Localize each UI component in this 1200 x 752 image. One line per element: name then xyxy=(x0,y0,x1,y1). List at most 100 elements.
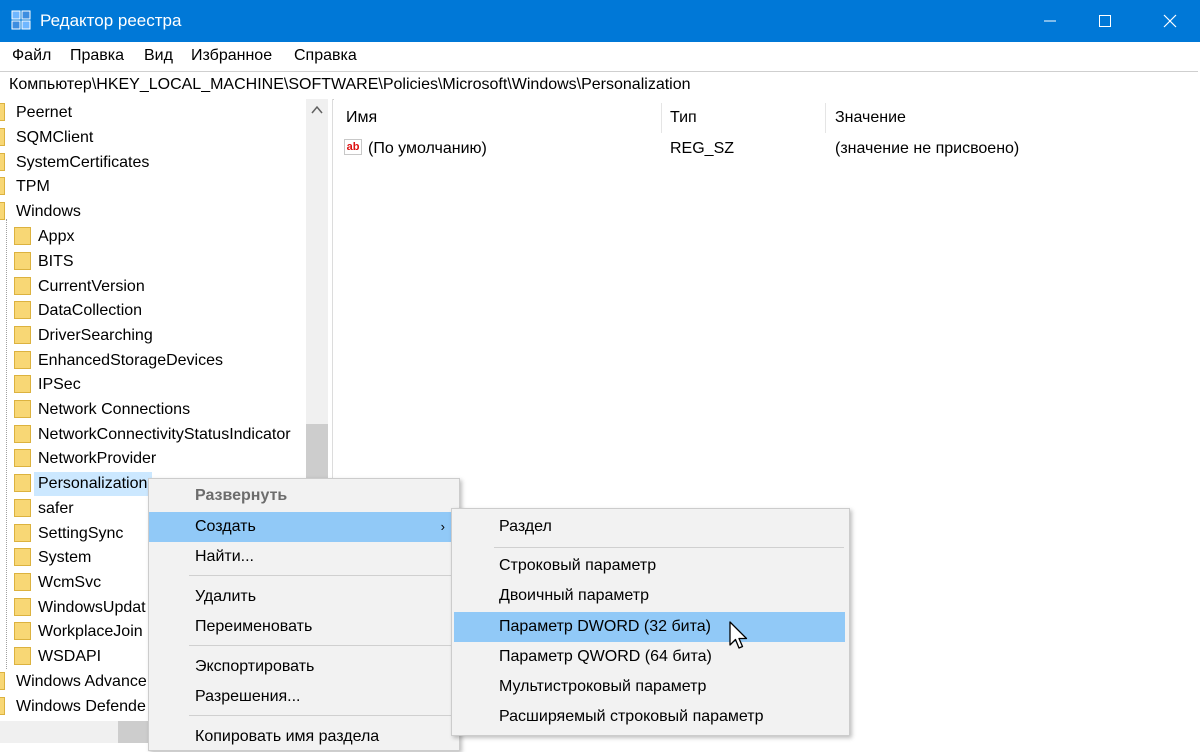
tree-item-label: BITS xyxy=(38,253,74,270)
tree-item-label: System xyxy=(38,549,92,566)
tree-item-label: NetworkProvider xyxy=(38,450,157,467)
column-header-type[interactable]: Тип xyxy=(670,109,697,127)
menu-item-delete[interactable]: Удалить xyxy=(149,582,459,612)
submenu-item-key[interactable]: Раздел xyxy=(454,512,845,542)
folder-icon xyxy=(0,128,5,146)
folder-icon xyxy=(14,548,31,566)
menu-file[interactable]: Файл xyxy=(12,47,51,65)
submenu-item-string-value[interactable]: Строковый параметр xyxy=(454,551,845,581)
tree-item-label: NetworkConnectivityStatusIndicator xyxy=(38,426,291,443)
title-bar: Редактор реестра xyxy=(0,0,1200,42)
menu-item-export[interactable]: Экспортировать xyxy=(149,652,459,682)
mouse-pointer-icon xyxy=(729,621,748,649)
folder-icon xyxy=(14,400,31,418)
maximize-icon xyxy=(1099,15,1111,27)
tree-item-label: DataCollection xyxy=(38,302,143,319)
folder-icon xyxy=(14,351,31,369)
menu-item-label: Удалить xyxy=(195,588,257,605)
address-path: Компьютер\HKEY_LOCAL_MACHINE\SOFTWARE\Po… xyxy=(9,76,691,93)
menu-item-label: Параметр QWORD (64 бита) xyxy=(499,648,712,665)
minimize-icon xyxy=(1044,20,1056,22)
value-data[interactable]: (значение не присвоено) xyxy=(835,140,1019,158)
submenu-arrow-icon: › xyxy=(440,519,445,534)
menu-item-label: Развернуть xyxy=(195,487,288,504)
value-name[interactable]: (По умолчанию) xyxy=(368,140,487,158)
submenu-item-qword-value[interactable]: Параметр QWORD (64 бита) xyxy=(454,642,845,672)
submenu-item-binary-value[interactable]: Двоичный параметр xyxy=(454,581,845,611)
menu-item-label: Переименовать xyxy=(195,618,313,635)
menu-item-label: Строковый параметр xyxy=(499,557,657,574)
menu-item-label: Расширяемый строковый параметр xyxy=(499,708,764,725)
folder-icon xyxy=(14,252,31,270)
minimize-button[interactable] xyxy=(1020,0,1080,42)
folder-icon xyxy=(0,103,5,121)
close-icon xyxy=(1163,14,1177,28)
submenu-item-dword-value[interactable]: Параметр DWORD (32 бита) xyxy=(454,612,845,642)
tree-item-label: Windows xyxy=(16,203,81,220)
column-separator[interactable] xyxy=(825,103,826,133)
menu-favorites[interactable]: Избранное xyxy=(191,47,272,65)
tree-item-label: IPSec xyxy=(38,376,81,393)
tree-item-label: WorkplaceJoin xyxy=(38,623,143,640)
tree-item-label: Personalization xyxy=(38,475,148,492)
address-bar[interactable]: Компьютер\HKEY_LOCAL_MACHINE\SOFTWARE\Po… xyxy=(0,71,1198,100)
tree-item-label: EnhancedStorageDevices xyxy=(38,352,224,369)
tree-item-label: Appx xyxy=(38,228,75,245)
context-menu: Развернуть Создать › Найти... Удалить Пе… xyxy=(148,478,460,751)
folder-icon xyxy=(14,573,31,591)
folder-icon xyxy=(14,227,31,245)
folder-icon xyxy=(0,672,5,690)
submenu-item-expandable-string-value[interactable]: Расширяемый строковый параметр xyxy=(454,702,845,732)
folder-icon xyxy=(14,425,31,443)
create-submenu: Раздел Строковый параметр Двоичный парам… xyxy=(451,508,850,736)
tree-item-label: Network Connections xyxy=(38,401,191,418)
folder-icon xyxy=(14,647,31,665)
menu-bar: Файл Правка Вид Избранное Справка xyxy=(0,42,1200,70)
menu-help[interactable]: Справка xyxy=(294,47,357,65)
tree-item-label: Windows Advance xyxy=(16,673,147,690)
menu-item-permissions[interactable]: Разрешения... xyxy=(149,682,459,712)
value-type[interactable]: REG_SZ xyxy=(670,140,734,158)
registry-editor-icon xyxy=(11,10,31,30)
tree-item-label: SettingSync xyxy=(38,525,124,542)
menu-separator xyxy=(494,547,844,548)
menu-item-find[interactable]: Найти... xyxy=(149,542,459,572)
submenu-item-multi-string-value[interactable]: Мультистроковый параметр xyxy=(454,672,845,702)
tree-item-label: safer xyxy=(38,500,74,517)
menu-separator xyxy=(189,645,451,646)
menu-item-expand[interactable]: Развернуть xyxy=(149,481,459,511)
menu-view[interactable]: Вид xyxy=(144,47,173,65)
tree-item-label: Peernet xyxy=(16,104,73,121)
folder-icon xyxy=(0,697,5,715)
menu-item-copy-key-name[interactable]: Копировать имя раздела xyxy=(149,722,459,752)
menu-item-label: Двоичный параметр xyxy=(499,587,649,604)
folder-icon xyxy=(14,301,31,319)
scroll-up-icon[interactable] xyxy=(306,101,328,119)
tree-item-label: DriverSearching xyxy=(38,327,153,344)
menu-edit[interactable]: Правка xyxy=(70,47,124,65)
menu-separator xyxy=(189,575,451,576)
tree-guide-line xyxy=(6,219,7,669)
tree-item-label: WcmSvc xyxy=(38,574,102,591)
folder-open-icon xyxy=(0,202,5,220)
menu-item-label: Экспортировать xyxy=(195,658,315,675)
string-value-icon: ab xyxy=(344,139,362,155)
folder-icon xyxy=(14,375,31,393)
tree-item-label: WSDAPI xyxy=(38,648,102,665)
folder-icon xyxy=(14,277,31,295)
folder-icon xyxy=(0,153,5,171)
folder-icon xyxy=(0,177,5,195)
maximize-button[interactable] xyxy=(1075,0,1135,42)
menu-item-label: Мультистроковый параметр xyxy=(499,678,707,695)
column-header-value[interactable]: Значение xyxy=(835,109,906,127)
menu-item-create[interactable]: Создать › xyxy=(149,512,459,542)
column-separator[interactable] xyxy=(661,103,662,133)
menu-item-rename[interactable]: Переименовать xyxy=(149,612,459,642)
folder-icon xyxy=(14,524,31,542)
menu-item-label: Копировать имя раздела xyxy=(195,728,380,745)
column-header-name[interactable]: Имя xyxy=(346,109,377,127)
folder-icon xyxy=(14,474,31,492)
close-button[interactable] xyxy=(1140,0,1200,42)
tree-item-label: SQMClient xyxy=(16,129,94,146)
menu-item-label: Найти... xyxy=(195,548,254,565)
